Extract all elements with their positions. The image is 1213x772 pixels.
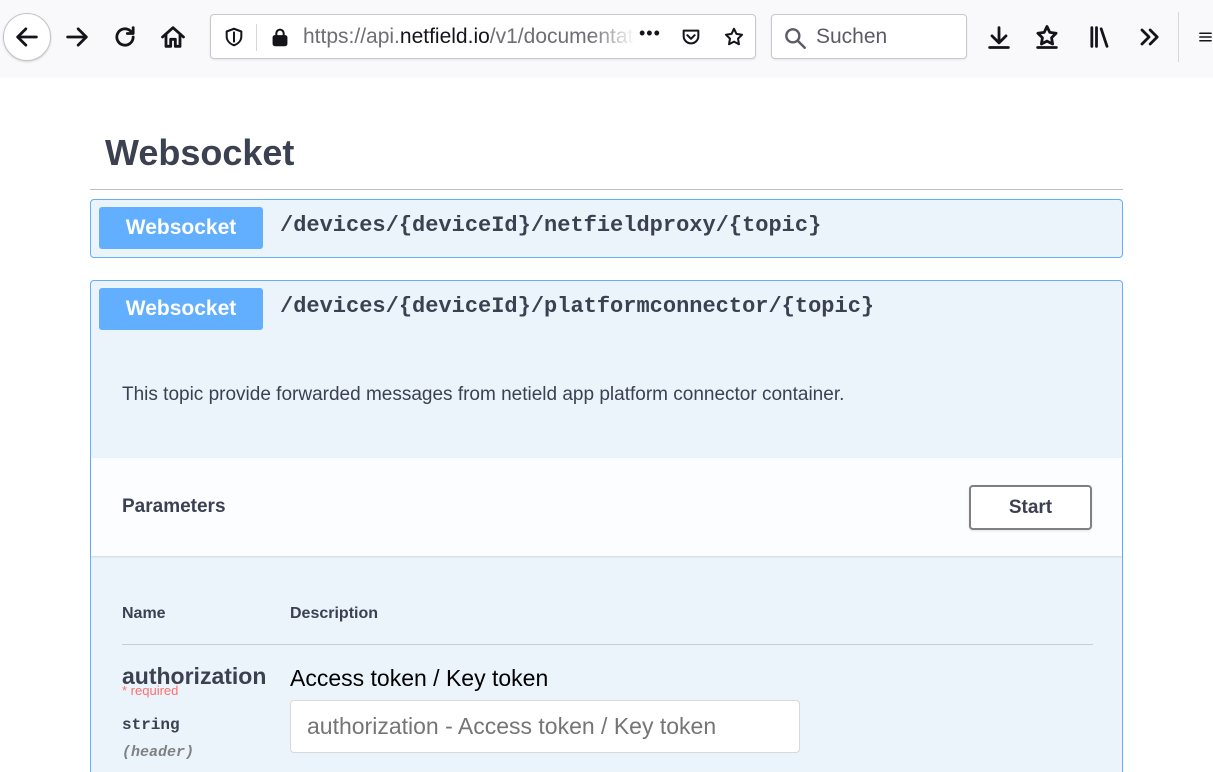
page-actions-menu-icon[interactable]: •••	[639, 23, 661, 44]
search-input[interactable]	[816, 23, 961, 51]
shield-icon[interactable]	[221, 24, 247, 50]
parameter-location: (header)	[122, 744, 195, 761]
downloads-button[interactable]	[975, 13, 1023, 61]
library-button[interactable]	[1076, 13, 1124, 61]
chevron-double-right-icon	[1140, 28, 1159, 46]
method-badge: Websocket	[99, 288, 263, 330]
parameter-description: Access token / Key token	[290, 665, 549, 691]
url-divider	[256, 24, 257, 51]
arrow-right-icon	[66, 27, 88, 47]
column-header-name: Name	[122, 605, 166, 622]
home-icon	[161, 26, 185, 48]
menu-button[interactable]	[1186, 13, 1213, 61]
operation-path: /devices/{deviceId}/netfieldproxy/{topic…	[280, 213, 822, 238]
url-bar[interactable]: https://api.netfield.io/v1/documentation…	[210, 14, 756, 59]
star-list-icon	[1036, 25, 1058, 49]
authorization-input[interactable]	[290, 700, 800, 753]
bookmarks-button[interactable]	[1023, 13, 1071, 61]
url-prefix: https://api.	[303, 25, 400, 48]
operation-path: /devices/{deviceId}/platformconnector/{t…	[280, 294, 875, 319]
home-button[interactable]	[149, 13, 197, 61]
bookmark-star-icon[interactable]	[721, 24, 747, 50]
reload-button[interactable]	[101, 13, 149, 61]
search-icon	[785, 28, 806, 49]
operation-summary-platformconnector[interactable]: Websocket /devices/{deviceId}/platformco…	[90, 280, 1123, 339]
lock-icon[interactable]	[267, 24, 293, 50]
download-icon	[988, 26, 1010, 49]
operation-body: This topic provide forwarded messages fr…	[90, 338, 1123, 772]
url-fade	[591, 19, 635, 55]
start-button[interactable]: Start	[969, 485, 1092, 530]
url-domain: netfield.io	[399, 25, 490, 48]
browser-toolbar: https://api.netfield.io/v1/documentation…	[0, 0, 1213, 78]
reload-icon	[115, 26, 135, 47]
library-icon	[1090, 26, 1109, 48]
section-title[interactable]: Websocket	[105, 132, 294, 174]
column-header-description: Description	[290, 605, 379, 622]
search-bar[interactable]	[771, 14, 967, 59]
operation-description: This topic provide forwarded messages fr…	[122, 384, 845, 405]
forward-button[interactable]	[53, 13, 101, 61]
arrow-left-icon	[16, 27, 38, 47]
parameter-required-label: * required	[122, 683, 179, 698]
hamburger-menu-icon	[1199, 32, 1212, 42]
overflow-button[interactable]	[1125, 13, 1173, 61]
method-badge: Websocket	[99, 207, 263, 249]
parameters-header: Parameters Start	[91, 458, 1122, 556]
section-divider	[90, 189, 1123, 190]
url-text[interactable]: https://api.netfield.io/v1/documentation	[303, 25, 633, 51]
operation-summary-netfieldproxy[interactable]: Websocket /devices/{deviceId}/netfieldpr…	[90, 199, 1123, 258]
back-button[interactable]	[3, 13, 51, 61]
parameter-type: string	[122, 716, 180, 734]
column-header-divider	[122, 644, 1093, 645]
toolbar-separator	[1178, 12, 1179, 62]
pocket-icon[interactable]	[678, 24, 704, 50]
parameters-title: Parameters	[122, 496, 226, 517]
